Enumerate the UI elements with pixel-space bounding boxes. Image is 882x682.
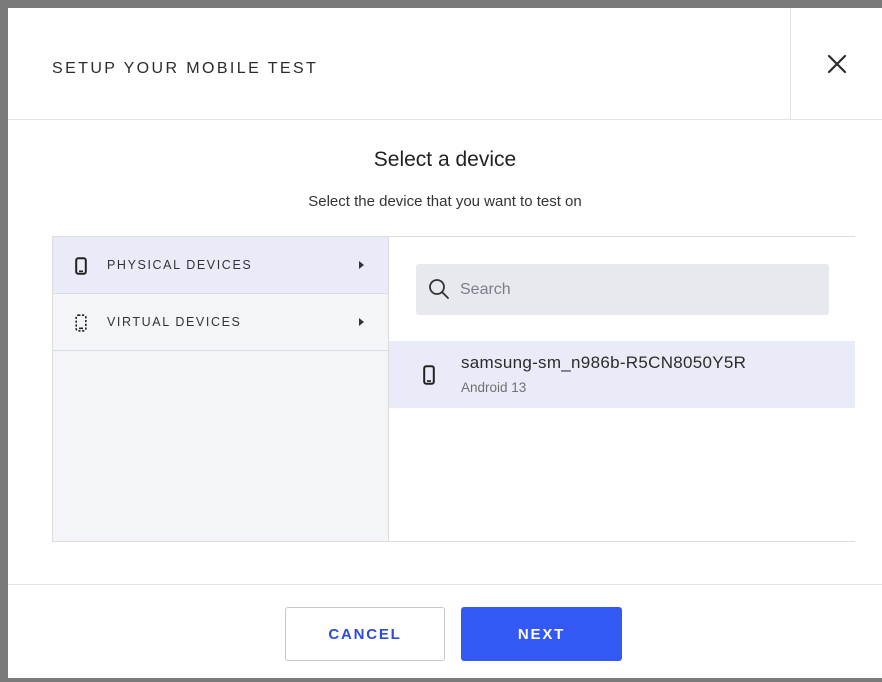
close-button[interactable] (790, 8, 882, 120)
device-list-item[interactable]: samsung-sm_n986b-R5CN8050Y5R Android 13 (389, 341, 855, 408)
setup-mobile-test-dialog: SETUP YOUR MOBILE TEST Select a device S… (8, 8, 882, 682)
section-title: Select a device (373, 148, 517, 171)
caret-right-icon (359, 261, 364, 269)
phone-icon (423, 365, 435, 385)
device-list-pane: samsung-sm_n986b-R5CN8050Y5R Android 13 (389, 237, 855, 541)
close-icon (827, 54, 846, 74)
next-button[interactable]: NEXT (461, 607, 622, 661)
caret-right-icon (359, 318, 364, 326)
device-picker-panel: PHYSICAL DEVICES VIRTUAL DEVICES Search … (52, 236, 855, 542)
category-virtual-devices[interactable]: VIRTUAL DEVICES (53, 294, 388, 351)
dialog-title: SETUP YOUR MOBILE TEST (52, 60, 319, 77)
dialog-footer: CANCEL NEXT (8, 584, 882, 678)
search-icon (429, 279, 449, 299)
device-category-list: PHYSICAL DEVICES VIRTUAL DEVICES (53, 237, 389, 541)
cancel-button[interactable]: CANCEL (285, 607, 445, 661)
phone-icon (75, 257, 87, 275)
category-physical-devices[interactable]: PHYSICAL DEVICES (53, 237, 388, 294)
virtual-phone-icon (75, 314, 87, 332)
dialog-header: SETUP YOUR MOBILE TEST (8, 8, 882, 120)
device-os-version: Android 13 (461, 380, 527, 395)
search-box[interactable] (416, 264, 829, 315)
device-name: samsung-sm_n986b-R5CN8050Y5R (461, 353, 747, 372)
category-label: VIRTUAL DEVICES (107, 315, 242, 329)
section-subtitle: Select the device that you want to test … (308, 193, 582, 210)
search-input[interactable] (460, 264, 820, 315)
category-label: PHYSICAL DEVICES (107, 258, 253, 272)
